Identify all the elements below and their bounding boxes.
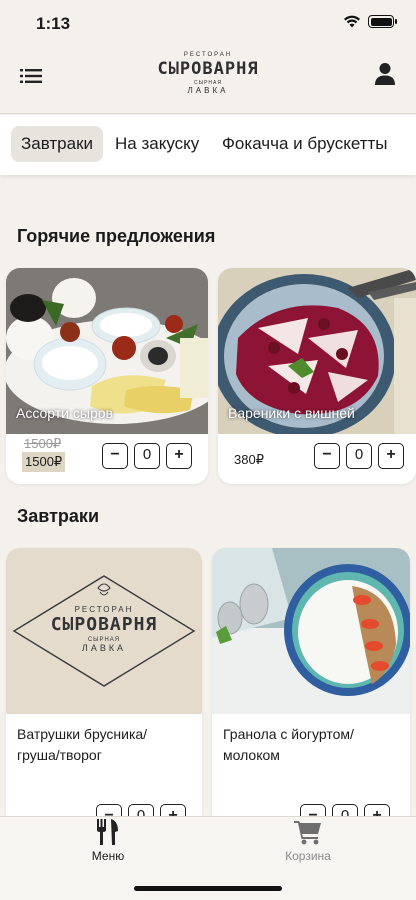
logo-top-text: РЕСТОРАН	[183, 52, 233, 58]
product-name-overlay: Ассорти сыров	[16, 405, 113, 421]
wifi-icon	[344, 15, 360, 28]
app-header: РЕСТОРАН СЫРОВАРНЯ СЫРНАЯ ЛАВКА	[0, 48, 416, 114]
increase-button[interactable]: +	[166, 443, 192, 469]
brand-logo: РЕСТОРАН СЫРОВАРНЯ СЫРНАЯ ЛАВКА	[138, 48, 278, 108]
quantity-stepper: − 0 +	[102, 443, 192, 469]
bottom-tab-cart[interactable]: Корзина	[248, 819, 368, 863]
logo-sub-text-2: ЛАВКА	[187, 86, 229, 95]
product-card[interactable]: Ассорти сыров 1500₽ 1500₽ − 0 +	[6, 268, 208, 484]
product-card[interactable]: РЕСТОРАН СЫРОВАРНЯ СЫРНАЯ ЛАВКА Ватрушки…	[6, 548, 202, 828]
decrease-button[interactable]: −	[314, 443, 340, 469]
status-icons	[343, 15, 397, 28]
product-name: Гранола с йогуртом/ молоком	[223, 726, 354, 763]
quantity-value: 0	[134, 443, 160, 469]
tab-focaccia[interactable]: Фокачча и брускетты	[212, 126, 398, 162]
bottom-tab-menu-label: Меню	[91, 849, 125, 863]
tab-appetizers[interactable]: На закуску	[105, 126, 209, 162]
menu-button[interactable]	[20, 68, 42, 84]
user-icon	[375, 63, 395, 85]
section-title-breakfasts: Завтраки	[17, 506, 100, 526]
product-card[interactable]: Вареники с вишней 380₽ − 0 +	[218, 268, 416, 484]
bottom-tab-menu[interactable]: Меню	[48, 819, 168, 863]
section-title-hot-offers: Горячие предложения	[17, 226, 216, 246]
placeholder-logo-sub-2: ЛАВКА	[81, 643, 127, 653]
decrease-button[interactable]: −	[102, 443, 128, 469]
logo-main-text: СЫРОВАРНЯ	[157, 59, 259, 79]
status-bar: 1:13	[0, 0, 416, 48]
product-photo: Вареники с вишней	[218, 268, 416, 434]
placeholder-logo-top: РЕСТОРАН	[74, 605, 134, 614]
status-time: 1:13	[36, 14, 71, 33]
placeholder-logo-main: СЫРОВАРНЯ	[50, 614, 158, 635]
increase-button[interactable]: +	[378, 443, 404, 469]
quantity-stepper: − 0 +	[314, 443, 404, 469]
profile-button[interactable]	[374, 62, 396, 86]
category-tabs: Завтраки На закуску Фокачча и брускетты	[0, 115, 416, 175]
product-name: Ватрушки брусника/ груша/творог	[17, 726, 148, 763]
product-photo: Ассорти сыров	[6, 268, 208, 434]
product-card[interactable]: Гранола с йогуртом/ молоком − 0 +	[212, 548, 410, 828]
home-indicator	[134, 886, 282, 891]
battery-icon	[368, 15, 397, 28]
product-photo-placeholder: РЕСТОРАН СЫРОВАРНЯ СЫРНАЯ ЛАВКА	[6, 548, 202, 714]
product-price: 1500₽	[22, 452, 66, 472]
fork-knife-icon	[97, 819, 118, 845]
bottom-tab-cart-label: Корзина	[285, 849, 331, 863]
product-name-overlay: Вареники с вишней	[228, 405, 355, 421]
list-icon	[20, 69, 42, 83]
product-photo	[212, 548, 410, 714]
placeholder-logo: РЕСТОРАН СЫРОВАРНЯ СЫРНАЯ ЛАВКА	[6, 548, 202, 653]
tab-next-partial[interactable]	[402, 126, 416, 162]
tab-breakfasts[interactable]: Завтраки	[11, 126, 104, 162]
product-price: 380₽	[234, 452, 264, 467]
old-price: 1500₽	[24, 436, 62, 451]
cart-icon	[294, 821, 321, 845]
quantity-value: 0	[346, 443, 372, 469]
